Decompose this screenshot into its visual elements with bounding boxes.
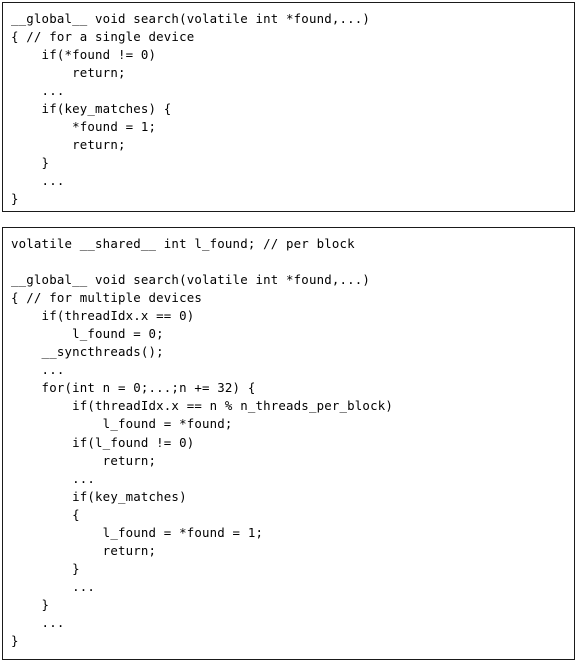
code-line: ... (11, 614, 65, 630)
code-line: ... (11, 470, 96, 486)
code-line: return; (11, 65, 126, 81)
code-line: if(threadIdx.x == 0) (11, 308, 195, 324)
code-line: { (11, 506, 80, 522)
code-block-single-device: __global__ void search(volatile int *fou… (3, 3, 574, 209)
code-block-multiple-devices: volatile __shared__ int l_found; // per … (3, 228, 574, 650)
code-line: ... (11, 173, 65, 189)
code-line: if(threadIdx.x == n % n_threads_per_bloc… (11, 398, 393, 414)
code-line: __global__ void search(volatile int *fou… (11, 272, 371, 288)
code-line: l_found = *found; (11, 416, 233, 432)
code-line: __global__ void search(volatile int *fou… (11, 11, 371, 26)
code-line: l_found = *found = 1; (11, 524, 264, 540)
code-line: ... (11, 83, 65, 99)
code-line: { // for a single device (11, 29, 195, 45)
code-line: } (11, 155, 50, 171)
code-line: } (11, 191, 19, 207)
code-line: for(int n = 0;...;n += 32) { (11, 380, 256, 396)
code-line: l_found = 0; (11, 326, 164, 342)
code-line: if(key_matches) (11, 488, 187, 504)
code-line: { // for multiple devices (11, 290, 202, 306)
code-line: } (11, 560, 80, 576)
code-line: if(l_found != 0) (11, 434, 195, 450)
code-line: } (11, 633, 19, 649)
code-line: return; (11, 452, 157, 468)
code-line: if(*found != 0) (11, 47, 157, 63)
code-line: return; (11, 137, 126, 153)
code-line: ... (11, 578, 96, 594)
code-line: } (11, 596, 50, 612)
code-line: return; (11, 542, 157, 558)
figure-page: __global__ void search(volatile int *fou… (0, 0, 577, 662)
code-line: if(key_matches) { (11, 101, 172, 117)
code-listing-single-device: __global__ void search(volatile int *fou… (2, 2, 575, 212)
code-listing-multiple-devices: volatile __shared__ int l_found; // per … (2, 227, 575, 660)
code-line: __syncthreads(); (11, 344, 164, 360)
code-line: *found = 1; (11, 119, 157, 135)
code-line: ... (11, 362, 65, 378)
code-line: volatile __shared__ int l_found; // per … (11, 236, 355, 251)
